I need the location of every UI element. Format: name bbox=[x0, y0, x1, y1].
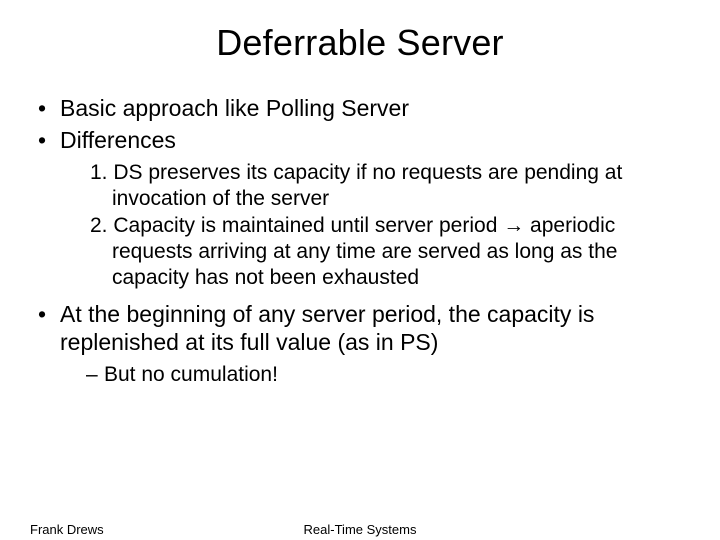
dash-list: But no cumulation! bbox=[60, 362, 690, 388]
slide: Deferrable Server Basic approach like Po… bbox=[0, 0, 720, 540]
bullet-list: Basic approach like Polling Server Diffe… bbox=[30, 94, 690, 388]
bullet-item: Basic approach like Polling Server bbox=[30, 94, 690, 122]
footer-title: Real-Time Systems bbox=[0, 522, 720, 537]
numbered-item: 2. Capacity is maintained until server p… bbox=[90, 213, 690, 290]
bullet-text: Differences bbox=[60, 127, 176, 153]
numbered-list: 1. DS preserves its capacity if no reque… bbox=[60, 160, 690, 290]
bullet-text: At the beginning of any server period, t… bbox=[60, 301, 594, 355]
dash-item: But no cumulation! bbox=[86, 362, 690, 388]
slide-title: Deferrable Server bbox=[0, 0, 720, 94]
bullet-item: At the beginning of any server period, t… bbox=[30, 300, 690, 388]
bullet-item: Differences 1. DS preserves its capacity… bbox=[30, 126, 690, 290]
arrow-icon: → bbox=[503, 214, 524, 237]
numbered-text-pre: 2. Capacity is maintained until server p… bbox=[90, 214, 503, 237]
numbered-item: 1. DS preserves its capacity if no reque… bbox=[90, 160, 690, 211]
slide-content: Basic approach like Polling Server Diffe… bbox=[0, 94, 720, 388]
